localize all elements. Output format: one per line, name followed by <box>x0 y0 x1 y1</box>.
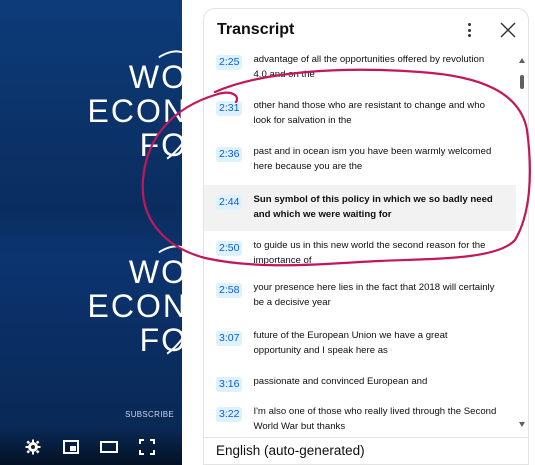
settings-icon[interactable] <box>24 438 42 456</box>
theater-mode-icon[interactable] <box>100 438 118 456</box>
transcript-segment[interactable]: 2:50 to guide us in this new world the s… <box>204 231 516 277</box>
segment-timestamp[interactable]: 3:16 <box>216 377 243 392</box>
subscribe-watermark[interactable]: SUBSCRIBE <box>125 410 174 419</box>
close-icon[interactable] <box>499 21 517 39</box>
transcript-segment[interactable]: 2:25 advantage of all the opportunities … <box>204 53 516 83</box>
segment-text: Sun symbol of this policy in which we so… <box>253 194 493 220</box>
segment-timestamp[interactable]: 3:22 <box>216 407 243 422</box>
segment-timestamp[interactable]: 2:50 <box>216 241 243 256</box>
transcript-segment[interactable]: 3:22 I'm also one of those who really li… <box>204 401 516 439</box>
transcript-scrollbar[interactable] <box>516 49 528 439</box>
segment-text: I'm also one of those who really lived t… <box>253 406 497 432</box>
transcript-segment-active[interactable]: 2:44 Sun symbol of this policy in which … <box>204 185 516 231</box>
segment-text: future of the European Union we have a g… <box>253 330 448 356</box>
transcript-panel: Transcript 2:25 advantage of all the opp… <box>203 8 529 465</box>
segment-text: advantage of all the opportunities offer… <box>253 54 485 80</box>
transcript-segment[interactable]: 2:58 your presence here lies in the fact… <box>204 277 516 321</box>
segment-text: to guide us in this new world the second… <box>253 240 486 266</box>
segment-timestamp[interactable]: 2:44 <box>216 195 243 210</box>
scroll-up-icon[interactable] <box>519 58 525 63</box>
segment-timestamp[interactable]: 2:31 <box>216 101 243 116</box>
more-options-icon[interactable] <box>462 21 476 39</box>
segment-text: your presence here lies in the fact that… <box>253 282 495 308</box>
transcript-header: Transcript <box>204 9 528 49</box>
segment-timestamp[interactable]: 2:25 <box>216 55 243 70</box>
scroll-thumb[interactable] <box>520 75 524 89</box>
player-controls <box>0 428 182 465</box>
fullscreen-icon[interactable] <box>138 438 156 456</box>
segment-timestamp[interactable]: 2:36 <box>216 147 243 162</box>
transcript-segment[interactable]: 3:16 passionate and convinced European a… <box>204 371 516 401</box>
transcript-segment[interactable]: 2:31 other hand those who are resistant … <box>204 97 516 137</box>
transcript-title: Transcript <box>217 21 295 38</box>
segment-text: other hand those who are resistant to ch… <box>253 100 485 126</box>
segment-text: past and in ocean ism you have been warm… <box>253 146 492 172</box>
segment-text: passionate and convinced European and <box>253 376 428 387</box>
transcript-segment[interactable]: 3:07 future of the European Union we hav… <box>204 325 516 369</box>
video-player[interactable]: WO ECON FO WO ECON FO SUBSCRIBE <box>0 0 182 465</box>
segment-timestamp[interactable]: 3:07 <box>216 331 243 346</box>
transcript-segment[interactable]: 2:36 past and in ocean ism you have been… <box>204 141 516 185</box>
language-selector[interactable]: English (auto-generated) <box>216 443 365 458</box>
transcript-footer: English (auto-generated) <box>204 437 528 464</box>
transcript-list[interactable]: 2:25 advantage of all the opportunities … <box>204 49 516 439</box>
scroll-down-icon[interactable] <box>519 422 525 427</box>
segment-timestamp[interactable]: 2:58 <box>216 283 243 298</box>
miniplayer-icon[interactable] <box>62 438 80 456</box>
